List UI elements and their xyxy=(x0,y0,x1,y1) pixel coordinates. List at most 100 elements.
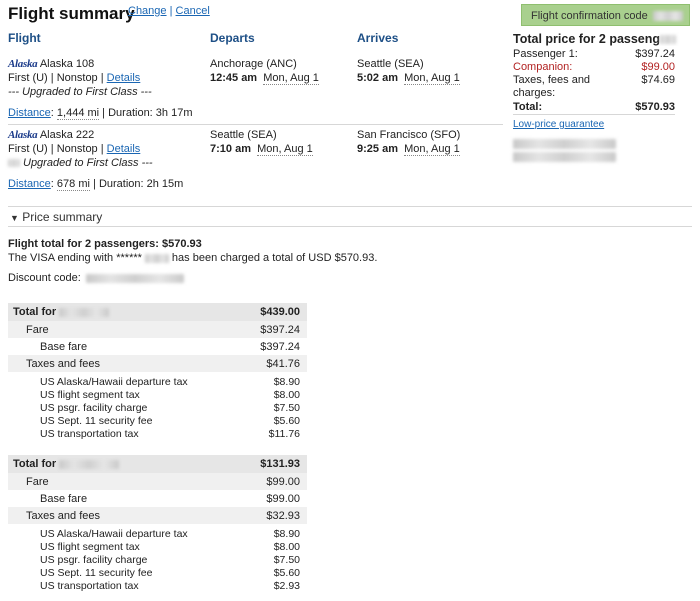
distance-value: 1,444 mi xyxy=(56,107,100,120)
tax-label: US Sept. 11 security fee xyxy=(40,414,153,427)
price-summary-label: Price summary xyxy=(22,210,103,224)
redacted-discount-code xyxy=(85,273,184,283)
tax-label: US transportation tax xyxy=(40,427,139,440)
total-price-title-text: Total price for 2 passeng xyxy=(513,32,661,46)
tax-value: $8.90 xyxy=(273,527,300,540)
price-label: Taxes, fees and xyxy=(513,74,591,86)
base-fare-value: $99.00 xyxy=(266,492,300,505)
redacted-text xyxy=(8,159,20,168)
alaska-logo-icon: Alaska xyxy=(8,129,38,141)
tax-value: $8.90 xyxy=(273,375,300,388)
segment-2-distance: Distance: 678 mi | Duration: 2h 15m xyxy=(8,178,184,191)
table-total-row: Total for $439.00 xyxy=(8,303,307,321)
cabin-class: First (U) xyxy=(8,72,48,84)
total-label: Total for xyxy=(13,458,57,470)
cancel-link[interactable]: Cancel xyxy=(176,5,210,17)
discount-code: Discount code: xyxy=(8,272,184,284)
price-row-companion: Companion: $99.00 xyxy=(513,61,675,73)
change-link[interactable]: Change xyxy=(128,5,167,17)
distance-link[interactable]: Distance xyxy=(8,107,51,119)
details-link[interactable]: Details xyxy=(107,72,141,84)
taxes-value: $41.76 xyxy=(266,357,300,370)
table-base-fare-row: Base fare $397.24 xyxy=(8,338,307,355)
base-fare-label: Base fare xyxy=(40,492,88,505)
segment-2-departure: Seattle (SEA) 7:10 am Mon, Aug 1 xyxy=(210,128,313,156)
tax-value: $5.60 xyxy=(273,414,300,427)
details-link[interactable]: Details xyxy=(107,143,141,155)
table-fare-row: Fare $99.00 xyxy=(8,473,307,490)
segment-1-flight-info: Alaska Alaska 108 First (U) | Nonstop | … xyxy=(8,57,203,99)
departure-city: Seattle (SEA) xyxy=(210,129,277,141)
arrival-city: San Francisco (SFO) xyxy=(357,129,461,141)
segment-divider xyxy=(8,124,503,125)
table-base-fare-row: Base fare $99.00 xyxy=(8,490,307,507)
departure-time: 12:45 am xyxy=(210,72,258,84)
duration: Duration: 3h 17m xyxy=(108,107,193,119)
discount-label: Discount code: xyxy=(8,272,81,284)
tax-value: $8.00 xyxy=(273,540,300,553)
visa-charge-note: The VISA ending with ****** has been char… xyxy=(8,252,377,264)
arrival-time: 9:25 am xyxy=(357,143,398,155)
stops: Nonstop xyxy=(56,143,98,155)
section-divider xyxy=(8,226,692,227)
segment-2-flight-info: Alaska Alaska 222 First (U) | Nonstop | … xyxy=(8,129,153,169)
tax-item-row: US transportation tax $11.76 xyxy=(8,427,307,440)
arrival-date: Mon, Aug 1 xyxy=(404,72,460,85)
tax-label: US Sept. 11 security fee xyxy=(40,566,153,579)
price-row-taxes: Taxes, fees and $74.69 xyxy=(513,74,675,86)
price-value: $570.93 xyxy=(635,101,675,113)
triangle-down-icon: ▼ xyxy=(10,213,19,223)
redacted-card-digits xyxy=(144,253,169,263)
tax-item-row: US Alaska/Hawaii departure tax $8.90 xyxy=(8,527,307,540)
alaska-logo-icon: Alaska xyxy=(8,58,38,70)
tax-value: $7.50 xyxy=(273,553,300,566)
flight-total-heading: Flight total for 2 passengers: $570.93 xyxy=(8,238,202,250)
tax-item-row: US Alaska/Hawaii departure tax $8.90 xyxy=(8,375,307,388)
fare-label: Fare xyxy=(26,323,49,336)
price-value: $74.69 xyxy=(641,74,675,86)
low-price-guarantee-link[interactable]: Low-price guarantee xyxy=(513,119,604,130)
distance-value: 678 mi xyxy=(56,178,90,191)
price-summary-toggle[interactable]: ▼ Price summary xyxy=(10,210,102,224)
table-taxes-row: Taxes and fees $32.93 xyxy=(8,507,307,524)
visa-text: The VISA ending with ****** xyxy=(8,252,142,264)
price-row-taxes-cont: charges: xyxy=(513,87,675,99)
tax-label: US Alaska/Hawaii departure tax xyxy=(40,375,188,388)
price-breakdown-table-1: Total for $439.00 Fare $397.24 Base fare $… xyxy=(8,303,307,440)
redacted-confirmation-code xyxy=(652,11,683,22)
page-title: Flight summary xyxy=(8,4,135,23)
arrival-city: Seattle (SEA) xyxy=(357,58,424,70)
segment-1-departure: Anchorage (ANC) 12:45 am Mon, Aug 1 xyxy=(210,57,319,85)
link-separator: | xyxy=(169,5,173,17)
departure-date: Mon, Aug 1 xyxy=(263,72,319,85)
redacted-text xyxy=(513,139,616,149)
flight-number: Alaska 108 xyxy=(39,58,95,70)
cabin-class: First (U) xyxy=(8,143,48,155)
tax-value: $2.93 xyxy=(273,579,300,592)
tax-item-row: US flight segment tax $8.00 xyxy=(8,388,307,401)
table-total-row: Total for $131.93 xyxy=(8,455,307,473)
distance-link[interactable]: Distance xyxy=(8,178,51,190)
price-breakdown-table-2: Total for $131.93 Fare $99.00 Base fare $9… xyxy=(8,455,307,592)
segment-2-arrival: San Francisco (SFO) 9:25 am Mon, Aug 1 xyxy=(357,128,460,156)
table-taxes-row: Taxes and fees $41.76 xyxy=(8,355,307,372)
stops: Nonstop xyxy=(56,72,98,84)
redacted-passenger-name xyxy=(59,307,110,317)
tax-value: $11.76 xyxy=(268,427,300,440)
total-price-title: Total price for 2 passeng xyxy=(513,32,693,46)
duration: Duration: 2h 15m xyxy=(98,178,184,190)
fare-label: Fare xyxy=(26,475,49,488)
tax-item-row: US flight segment tax $8.00 xyxy=(8,540,307,553)
tax-value: $8.00 xyxy=(273,388,300,401)
total-value: $131.93 xyxy=(260,458,300,470)
arrival-time: 5:02 am xyxy=(357,72,398,84)
redacted-passenger-name xyxy=(59,459,120,469)
column-header-departs: Departs xyxy=(210,31,255,45)
departure-date: Mon, Aug 1 xyxy=(257,143,313,156)
flight-number: Alaska 222 xyxy=(39,129,95,141)
price-value: $397.24 xyxy=(635,48,675,60)
departure-time: 7:10 am xyxy=(210,143,251,155)
taxes-label: Taxes and fees xyxy=(26,509,100,522)
column-header-flight: Flight xyxy=(8,31,41,45)
taxes-label: Taxes and fees xyxy=(26,357,100,370)
